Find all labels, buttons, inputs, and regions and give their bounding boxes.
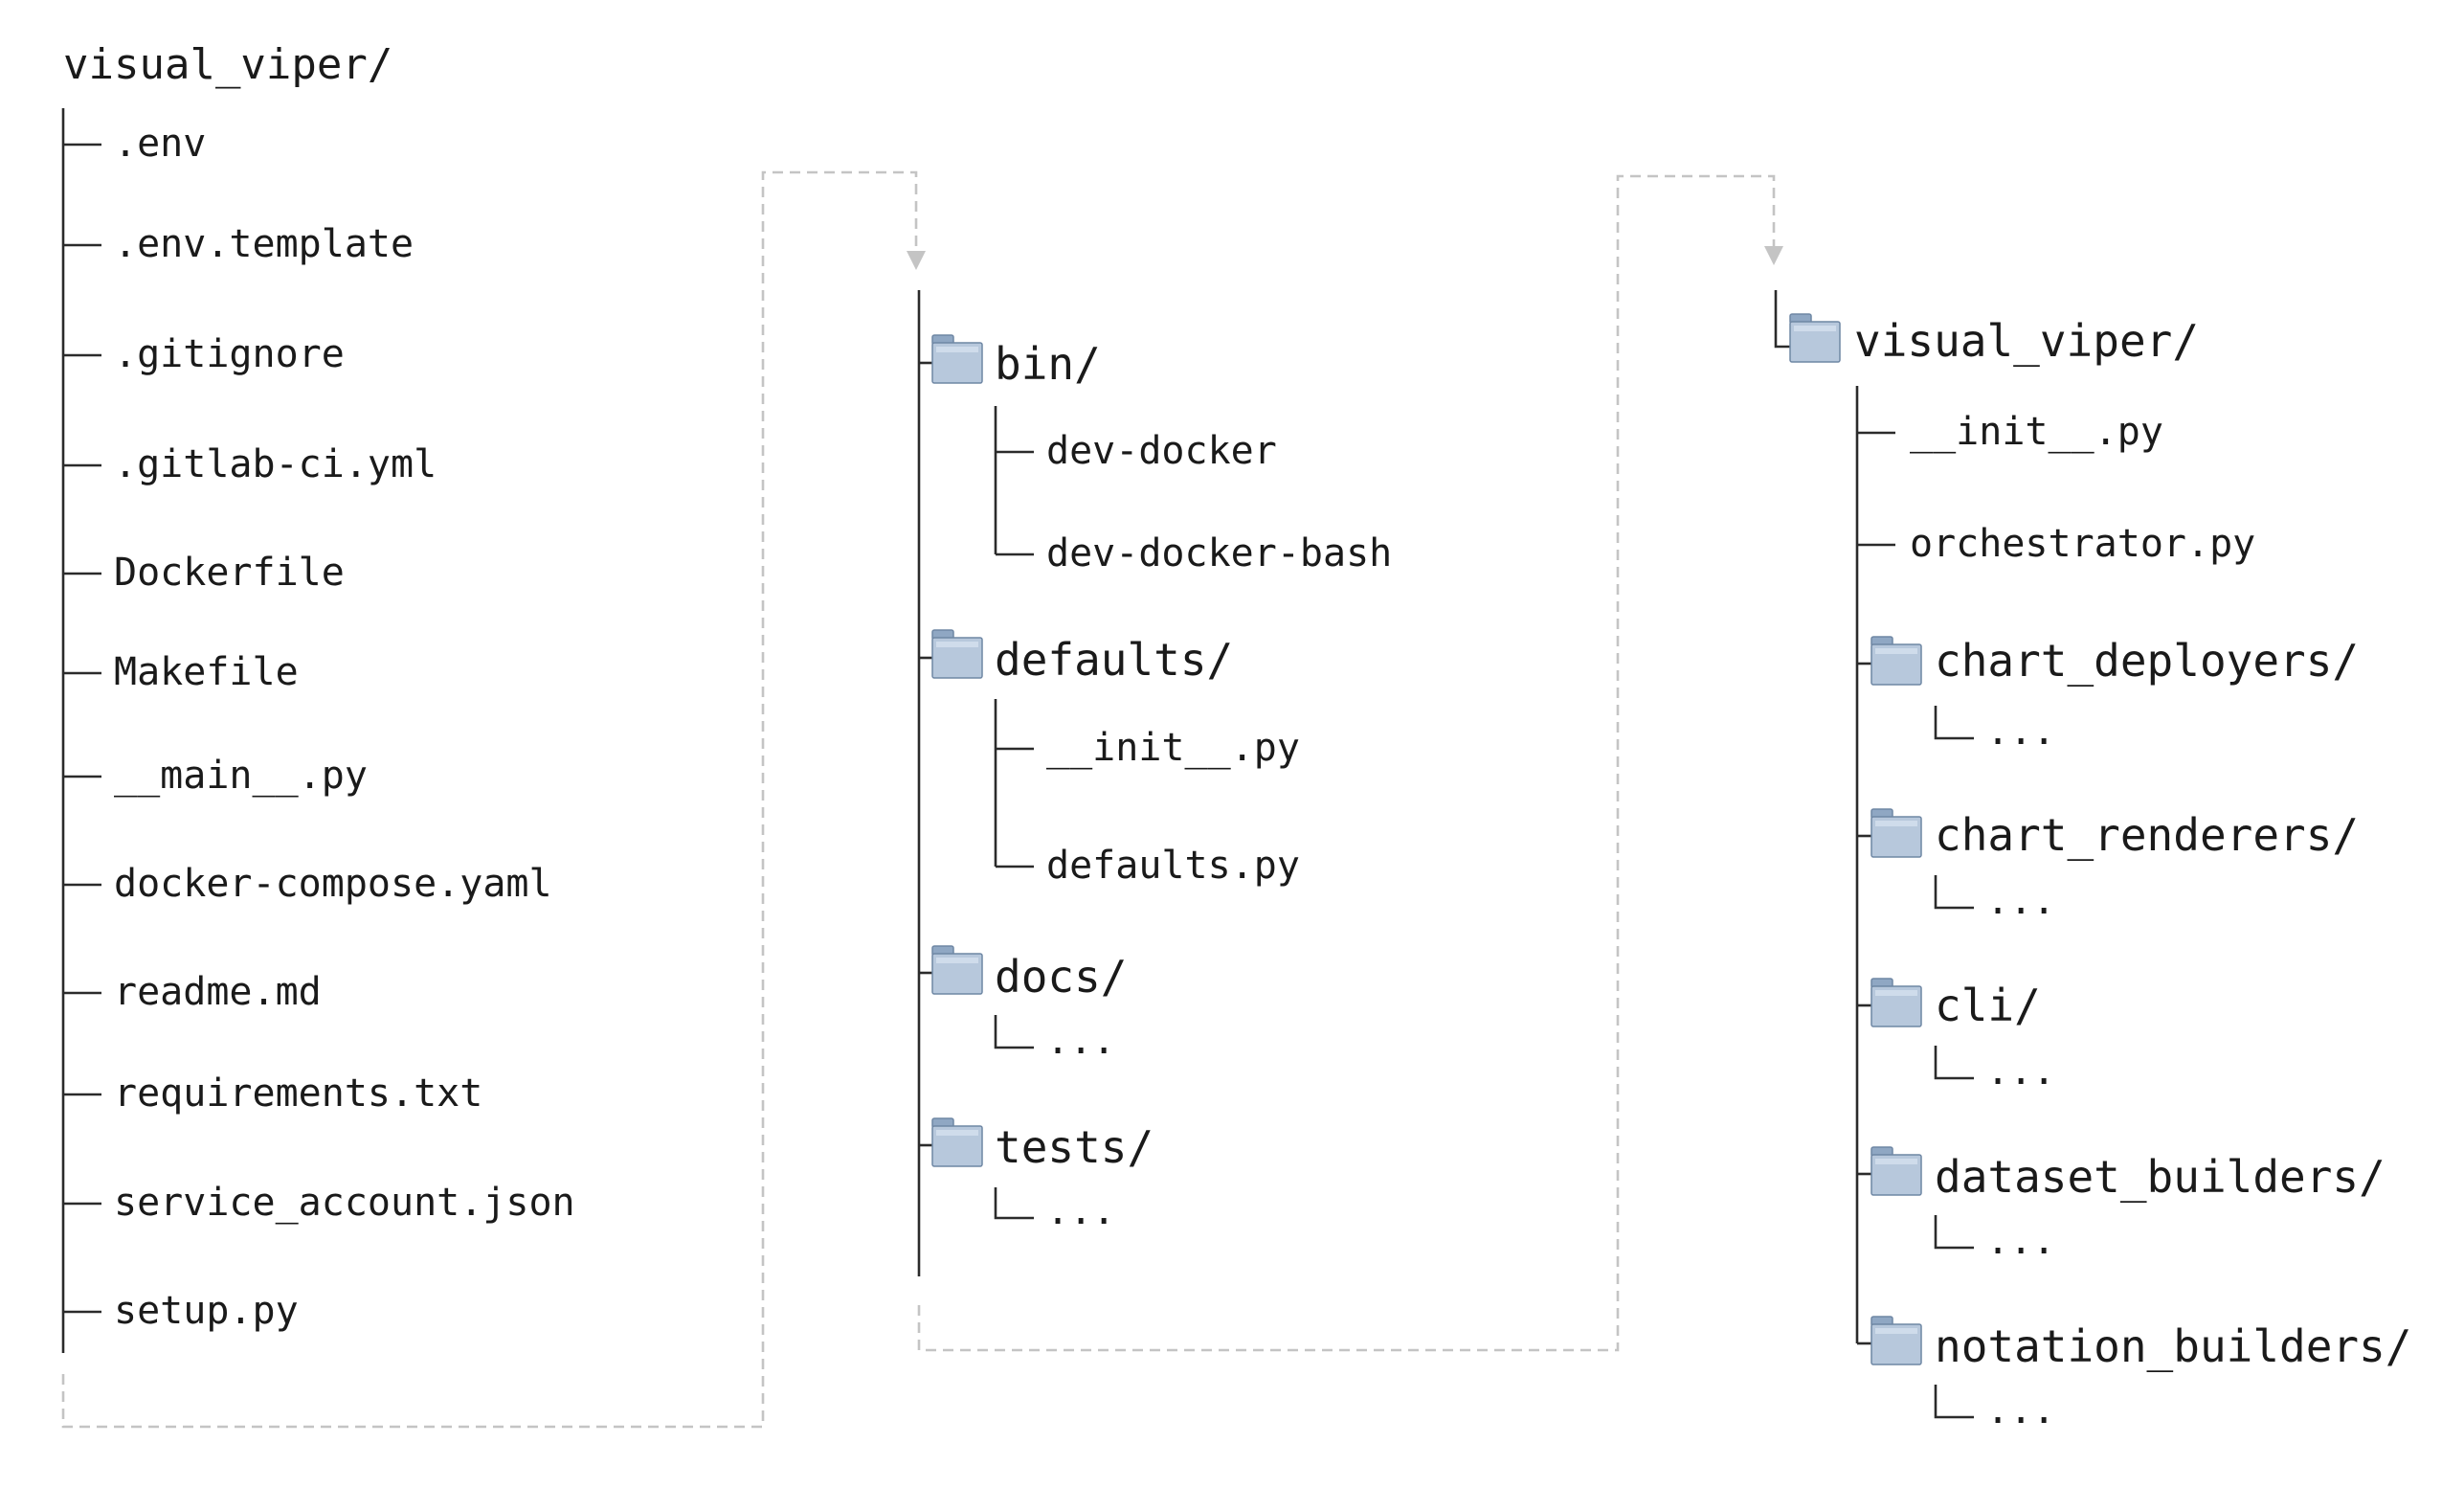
- file-name: dev-docker-bash: [1046, 531, 1392, 575]
- file-name: docker-compose.yaml: [114, 862, 552, 906]
- file-entry: .env.template: [63, 222, 414, 266]
- folder-name: cli/: [1935, 980, 2041, 1031]
- file-name: service_account.json: [114, 1181, 575, 1225]
- folder-entry: chart_deployers/ ...: [1857, 635, 2359, 754]
- folder-icon: [1870, 636, 1922, 686]
- file-name: Dockerfile: [114, 551, 345, 595]
- folder-icon: [931, 334, 983, 384]
- folder-icon: [931, 629, 983, 679]
- file-name: setup.py: [114, 1289, 299, 1333]
- file-name: .env: [114, 122, 206, 166]
- folder-name: chart_renderers/: [1935, 809, 2359, 861]
- folder-name: bin/: [995, 338, 1101, 390]
- file-name: Makefile: [114, 650, 299, 694]
- file-entry: .gitignore: [63, 332, 345, 376]
- folder-entry: dataset_builders/ ...: [1857, 1146, 2386, 1263]
- column-package: visual_viper/ __init__.py orchestrator.p…: [1774, 290, 2412, 1432]
- file-entry: __main__.py: [63, 754, 368, 798]
- folder-name: notation_builders/: [1935, 1320, 2412, 1372]
- folder-icon: [1870, 1146, 1922, 1196]
- file-tree-diagram: visual_viper/ .env .env.template .gitign…: [61, 40, 2412, 1432]
- file-name: readme.md: [114, 970, 322, 1014]
- folder-entry: chart_renderers/ ...: [1857, 808, 2359, 923]
- file-name: .env.template: [114, 222, 414, 266]
- ellipsis-label: ...: [1986, 1388, 2055, 1432]
- package-folder-label: visual_viper/: [1854, 315, 2199, 367]
- column-top-folders: bin/ dev-docker dev-docker-bash defaults…: [917, 290, 1392, 1276]
- folder-entry: notation_builders/ ...: [1857, 1316, 2412, 1432]
- file-name: __init__.py: [1910, 410, 2163, 454]
- folder-icon: [1870, 808, 1922, 858]
- file-entry: .gitlab-ci.yml: [63, 442, 437, 486]
- folder-name: chart_deployers/: [1935, 635, 2359, 687]
- tree-branch-line: [1774, 290, 1790, 349]
- folder-icon: [1870, 978, 1922, 1027]
- file-entry: __init__.py: [1857, 410, 2163, 454]
- file-entry: Dockerfile: [63, 551, 345, 595]
- ellipsis-label: ...: [1986, 879, 2055, 923]
- file-name: __init__.py: [1046, 726, 1300, 770]
- arrow-down-icon: [907, 251, 926, 270]
- arrow-down-icon: [1764, 246, 1783, 265]
- file-name: defaults.py: [1046, 844, 1300, 888]
- file-name: __main__.py: [114, 754, 368, 798]
- ellipsis-label: ...: [1986, 1219, 2055, 1263]
- folder-entry: docs/ ...: [919, 945, 1127, 1063]
- ellipsis-label: ...: [1046, 1189, 1115, 1233]
- column-root-files: visual_viper/ .env .env.template .gitign…: [61, 40, 575, 1353]
- file-entry: setup.py: [63, 1289, 299, 1333]
- root-folder-label: visual_viper/: [63, 40, 392, 89]
- folder-name: docs/: [995, 951, 1127, 1003]
- folder-entry: cli/ ...: [1857, 978, 2055, 1094]
- folder-entry: tests/ ...: [919, 1117, 1154, 1233]
- folder-icon: [931, 945, 983, 995]
- folder-icon: [1870, 1316, 1922, 1365]
- ellipsis-label: ...: [1046, 1019, 1115, 1063]
- file-entry: docker-compose.yaml: [63, 862, 552, 906]
- folder-name: dataset_builders/: [1935, 1151, 2386, 1203]
- file-entry: requirements.txt: [63, 1071, 482, 1116]
- file-name: orchestrator.py: [1910, 522, 2255, 566]
- ellipsis-label: ...: [1986, 1049, 2055, 1094]
- file-entry: readme.md: [63, 970, 322, 1014]
- file-name: requirements.txt: [114, 1071, 482, 1116]
- folder-entry: defaults/ __init__.py defaults.py: [919, 629, 1300, 888]
- folder-icon: [1789, 313, 1841, 363]
- file-name: .gitlab-ci.yml: [114, 442, 437, 486]
- file-entry: orchestrator.py: [1857, 522, 2255, 566]
- file-entry: service_account.json: [63, 1181, 575, 1225]
- file-name: .gitignore: [114, 332, 345, 376]
- file-name: dev-docker: [1046, 429, 1277, 473]
- file-entry: .env: [63, 122, 206, 166]
- folder-entry: bin/ dev-docker dev-docker-bash: [919, 334, 1392, 575]
- file-entry: Makefile: [63, 650, 299, 694]
- folder-name: tests/: [995, 1121, 1154, 1173]
- folder-icon: [931, 1117, 983, 1167]
- ellipsis-label: ...: [1986, 710, 2055, 754]
- folder-name: defaults/: [995, 634, 1233, 686]
